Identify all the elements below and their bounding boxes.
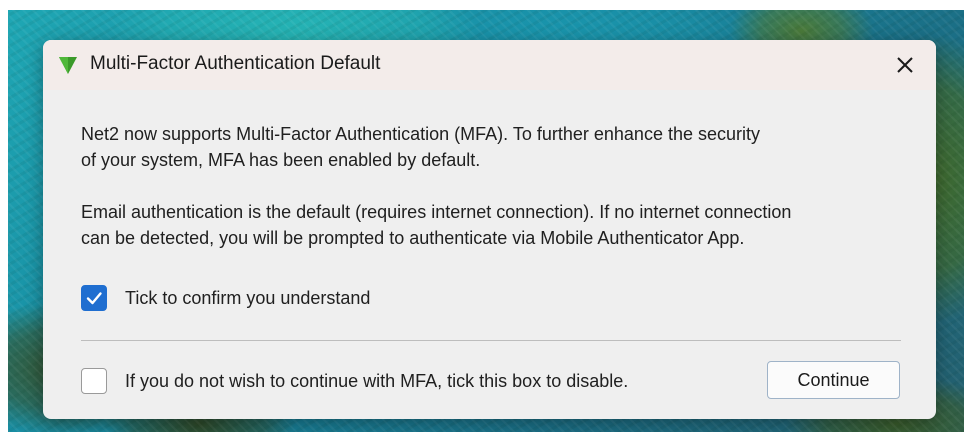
intro-line-1: Net2 now supports Multi-Factor Authentic… [81,124,760,144]
mfa-dialog: Multi-Factor Authentication Default Net2… [43,40,936,419]
divider [81,340,901,341]
checkmark-icon [86,292,102,305]
continue-button[interactable]: Continue [767,361,900,399]
close-button[interactable] [887,48,923,82]
dialog-title: Multi-Factor Authentication Default [90,53,381,74]
confirm-checkbox[interactable] [81,285,107,311]
dialog-titlebar[interactable]: Multi-Factor Authentication Default [43,40,936,90]
email-auth-paragraph: Email authentication is the default (req… [81,199,791,251]
email-line-1: Email authentication is the default (req… [81,202,792,222]
screen: Multi-Factor Authentication Default Net2… [0,0,968,432]
intro-line-2: of your system, MFA has been enabled by … [81,150,481,170]
email-line-2: can be detected, you will be prompted to… [81,228,745,248]
disable-mfa-checkbox[interactable] [81,368,107,394]
green-triangle-icon [59,57,77,74]
close-icon [897,57,913,73]
confirm-checkbox-label[interactable]: Tick to confirm you understand [125,288,370,309]
disable-mfa-label[interactable]: If you do not wish to continue with MFA,… [125,371,628,392]
mfa-intro-paragraph: Net2 now supports Multi-Factor Authentic… [81,121,760,173]
